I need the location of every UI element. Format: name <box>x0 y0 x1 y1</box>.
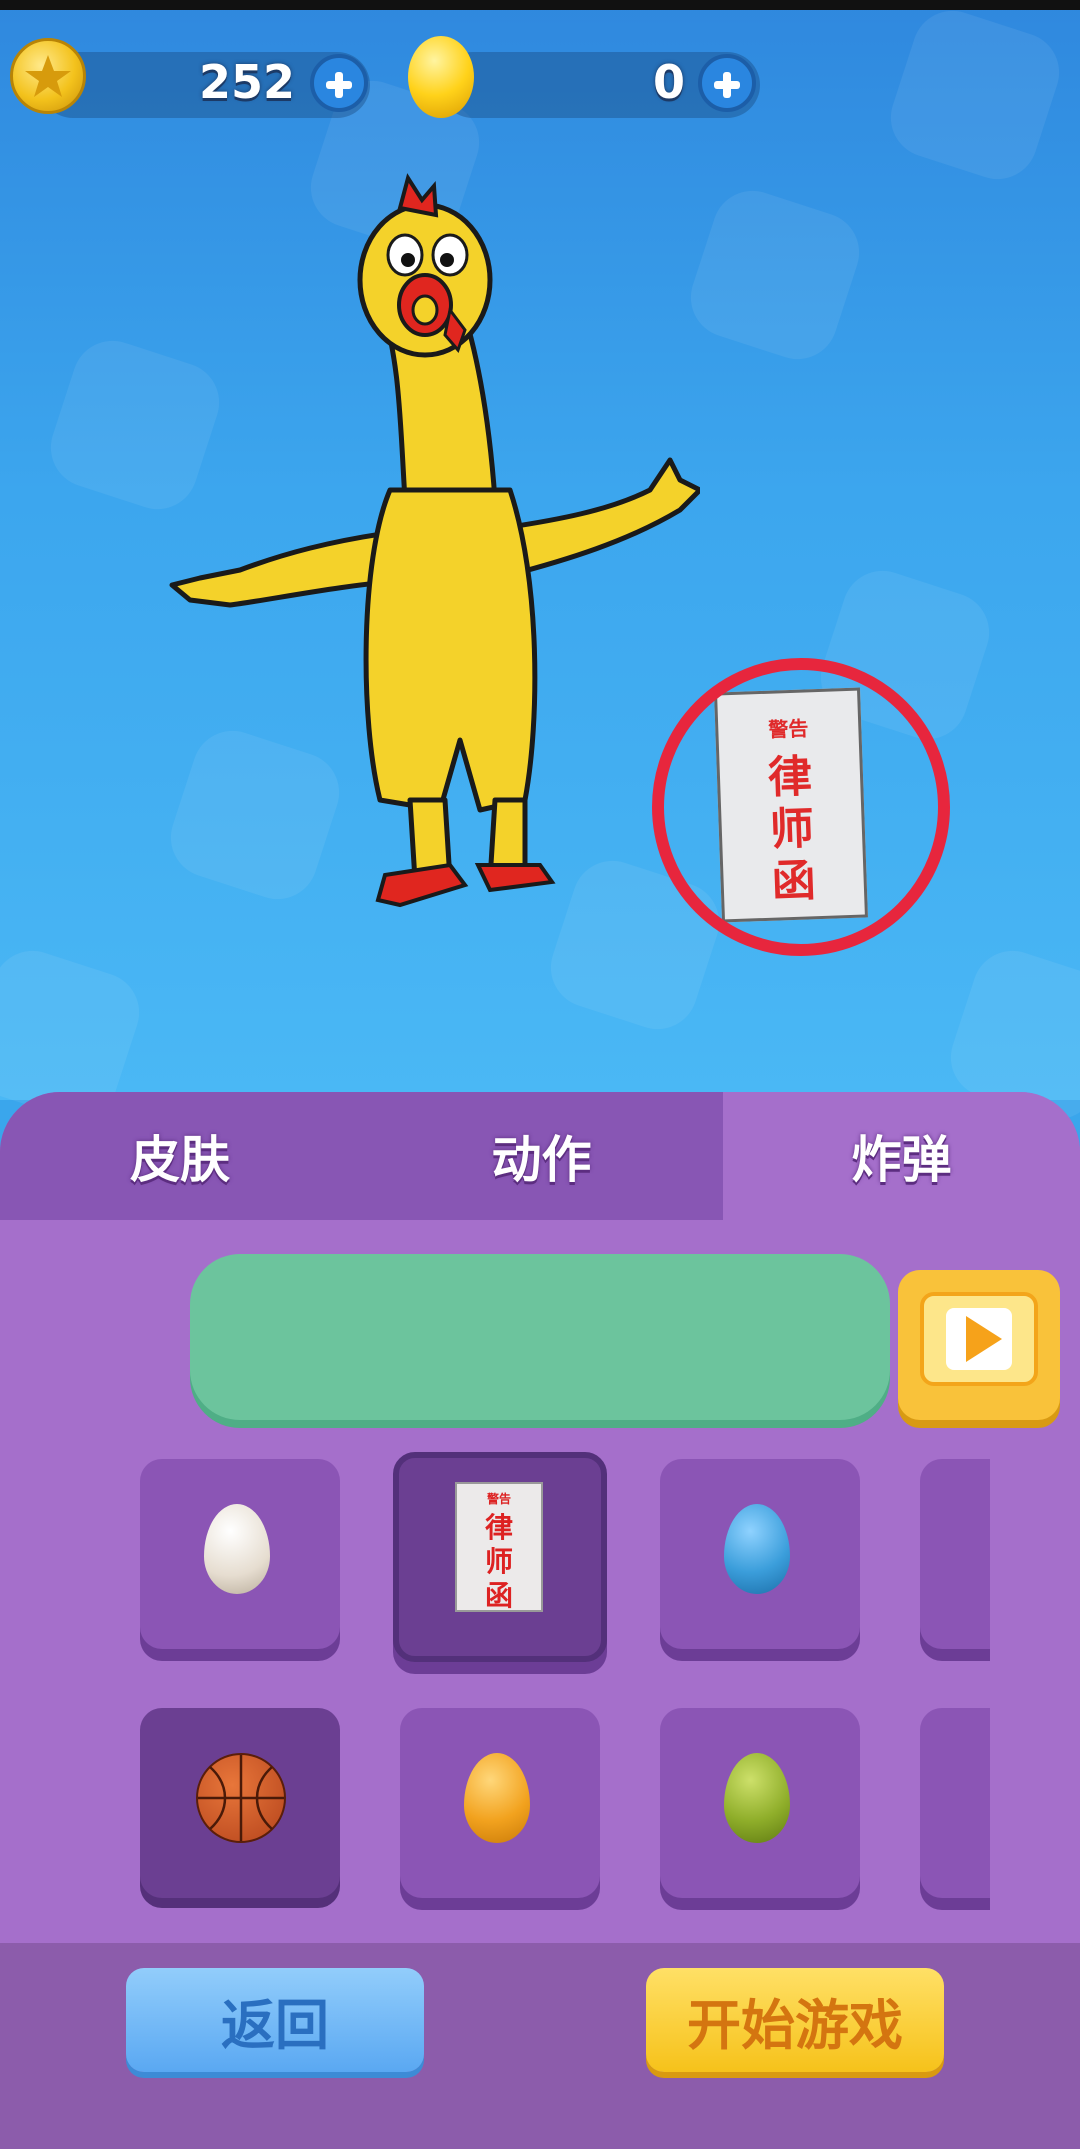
item-lawyer-letter[interactable]: 警告 律 师 函 <box>393 1452 607 1662</box>
blue-egg-icon <box>724 1504 790 1594</box>
gems-value: 0 <box>652 55 685 109</box>
coins-value: 252 <box>198 55 295 109</box>
item-green-egg[interactable] <box>660 1708 860 1898</box>
bottom-bar: 返回 开始游戏 <box>0 1943 1080 2149</box>
white-egg-icon <box>204 1504 270 1594</box>
rubber-chicken-character <box>169 173 700 908</box>
tab-action[interactable]: 动作 <box>360 1092 723 1220</box>
background-pattern <box>680 180 870 370</box>
back-button-label: 返回 <box>221 1993 329 2057</box>
item-basketball[interactable] <box>140 1708 340 1898</box>
tab-bomb[interactable]: 炸弹 <box>723 1092 1080 1220</box>
add-gems-button[interactable] <box>698 54 756 112</box>
item-blue-egg[interactable] <box>660 1459 860 1649</box>
item-orange-egg[interactable] <box>400 1708 600 1898</box>
gold-egg-icon <box>408 36 474 118</box>
basketball-icon <box>196 1753 286 1843</box>
back-button[interactable]: 返回 <box>126 1968 424 2072</box>
category-tabs: 皮肤 动作 炸弹 <box>0 1092 1080 1220</box>
orange-egg-icon <box>464 1753 530 1843</box>
item-partial[interactable] <box>920 1459 990 1649</box>
green-egg-icon <box>724 1753 790 1843</box>
tab-action-label: 动作 <box>491 1131 592 1189</box>
mini-letter-header: 警告 <box>486 1492 511 1506</box>
watch-video-button[interactable] <box>898 1270 1060 1420</box>
item-partial[interactable] <box>920 1708 990 1898</box>
play-video-icon <box>920 1292 1038 1386</box>
start-game-button[interactable]: 开始游戏 <box>646 1968 944 2072</box>
tab-skin[interactable]: 皮肤 <box>0 1092 360 1220</box>
star-coin-icon <box>10 38 86 114</box>
tab-skin-label: 皮肤 <box>130 1131 230 1189</box>
tab-bomb-label: 炸弹 <box>851 1131 952 1189</box>
add-coins-button[interactable] <box>310 54 368 112</box>
background-pattern <box>880 0 1070 190</box>
highlight-circle <box>652 658 950 956</box>
lawyer-letter-icon: 警告 律 师 函 <box>455 1482 543 1612</box>
status-strip <box>0 0 1080 10</box>
item-white-egg[interactable] <box>140 1459 340 1649</box>
start-game-label: 开始游戏 <box>687 1993 903 2057</box>
mini-letter-title-3: 函 <box>484 1579 513 1612</box>
progress-bar <box>190 1254 890 1420</box>
